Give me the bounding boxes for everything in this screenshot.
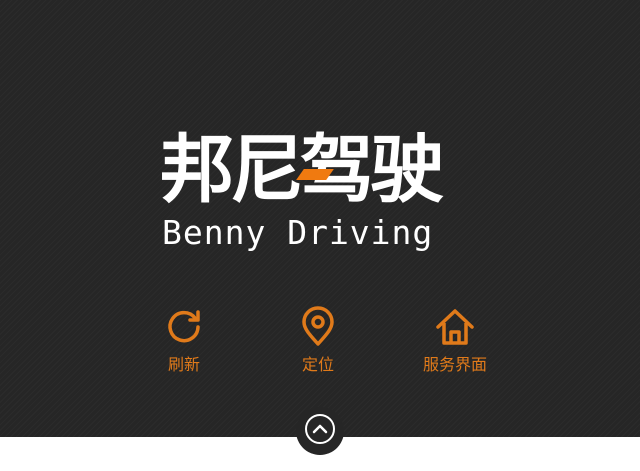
refresh-label: 刷新	[167, 355, 200, 374]
refresh-button[interactable]: 刷新	[124, 305, 244, 381]
location-pin-icon	[302, 306, 334, 346]
chevron-up-icon	[305, 414, 335, 444]
brand-logo: 邦尼驾驶 Benny Driving	[160, 125, 480, 255]
locate-button[interactable]: 定位	[258, 305, 378, 381]
action-bar: 刷新 定位 服务界面	[0, 305, 640, 385]
service-page-button[interactable]: 服务界面	[395, 305, 515, 381]
service-page-label: 服务界面	[422, 355, 487, 374]
locate-label: 定位	[301, 355, 334, 374]
refresh-icon	[168, 310, 200, 343]
brand-name-english: Benny Driving	[162, 213, 434, 252]
home-icon	[436, 309, 474, 345]
collapse-toggle-button[interactable]	[296, 407, 344, 455]
